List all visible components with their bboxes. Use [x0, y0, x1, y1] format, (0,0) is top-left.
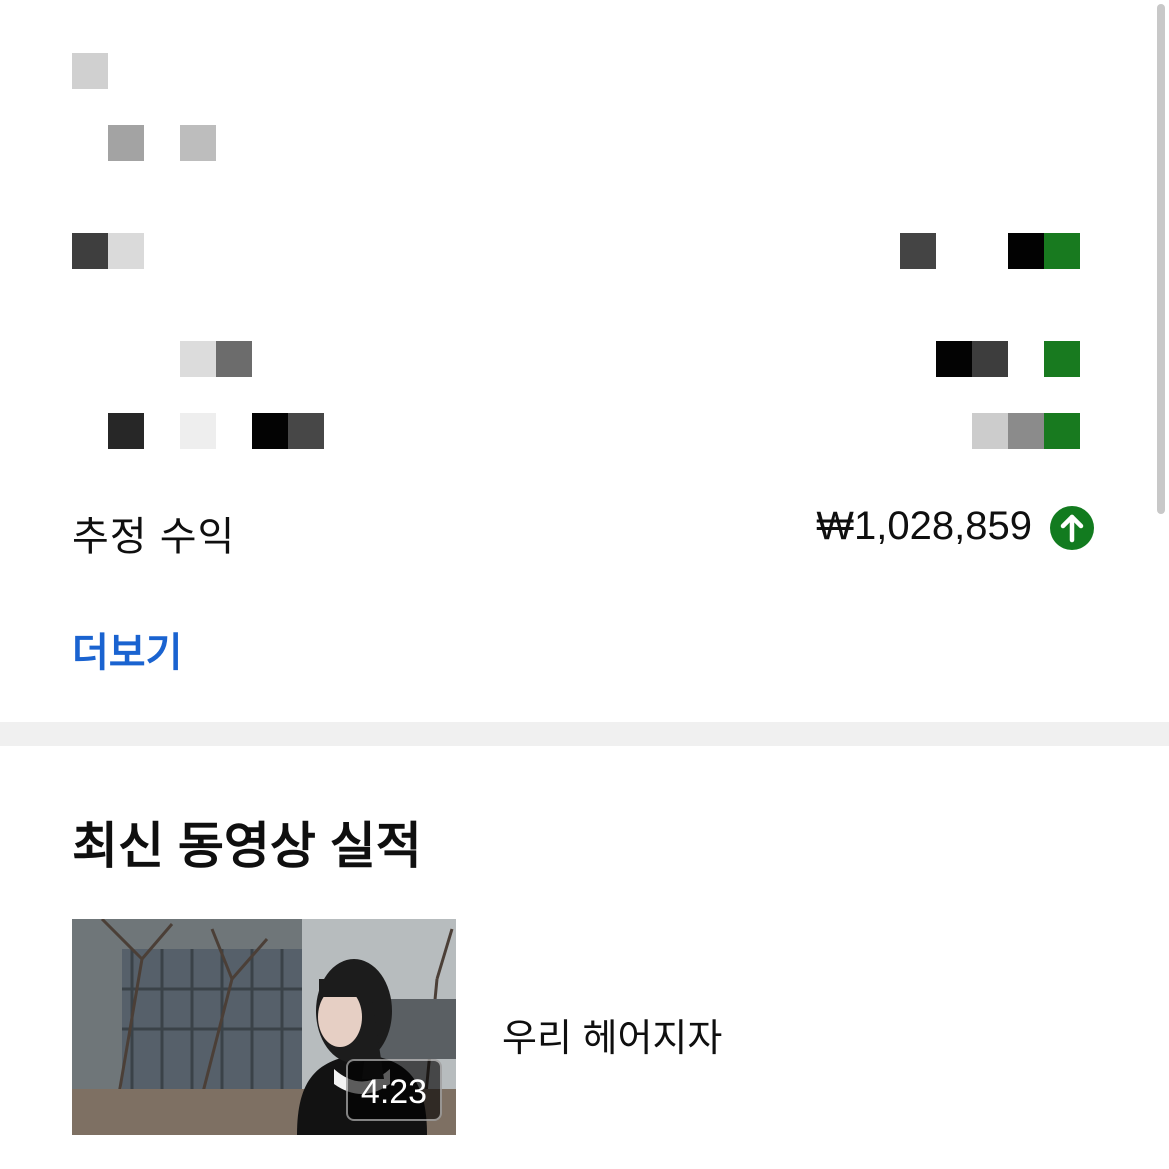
analytics-page: 추정 수익 ₩1,028,859 더보기 최신 동영상 실적 4:23 우리 헤… [0, 0, 1169, 1169]
section-divider [0, 722, 1169, 746]
redacted-block [1008, 233, 1044, 269]
latest-video-section-title: 최신 동영상 실적 [72, 818, 422, 874]
redacted-block [1044, 233, 1080, 269]
redacted-block [180, 413, 216, 449]
arrow-up-circle-icon [1050, 506, 1094, 550]
redacted-block [108, 233, 144, 269]
redacted-block [900, 233, 936, 269]
redacted-block [1008, 413, 1044, 449]
video-thumbnail[interactable]: 4:23 [72, 919, 456, 1135]
latest-video-item[interactable]: 4:23 우리 헤어지자 [72, 919, 1096, 1135]
video-title[interactable]: 우리 헤어지자 [502, 1007, 722, 1062]
see-more-link[interactable]: 더보기 [72, 620, 182, 678]
redacted-block [972, 341, 1008, 377]
redacted-block [288, 413, 324, 449]
redacted-block [972, 413, 1008, 449]
redacted-block [72, 53, 108, 89]
estimated-revenue-row[interactable]: 추정 수익 ₩1,028,859 [72, 496, 1096, 559]
redacted-block [108, 413, 144, 449]
redacted-block [108, 125, 144, 161]
redacted-block [936, 341, 972, 377]
estimated-revenue-value: ₩1,028,859 [816, 504, 1032, 548]
video-duration-badge: 4:23 [346, 1059, 442, 1121]
redacted-block [180, 125, 216, 161]
redacted-block [1044, 341, 1080, 377]
estimated-revenue-label: 추정 수익 [72, 515, 236, 559]
scrollbar[interactable] [1157, 4, 1165, 514]
redacted-block [216, 341, 252, 377]
redacted-block [180, 341, 216, 377]
redacted-block [252, 413, 288, 449]
redacted-block [72, 233, 108, 269]
redacted-block [1044, 413, 1080, 449]
